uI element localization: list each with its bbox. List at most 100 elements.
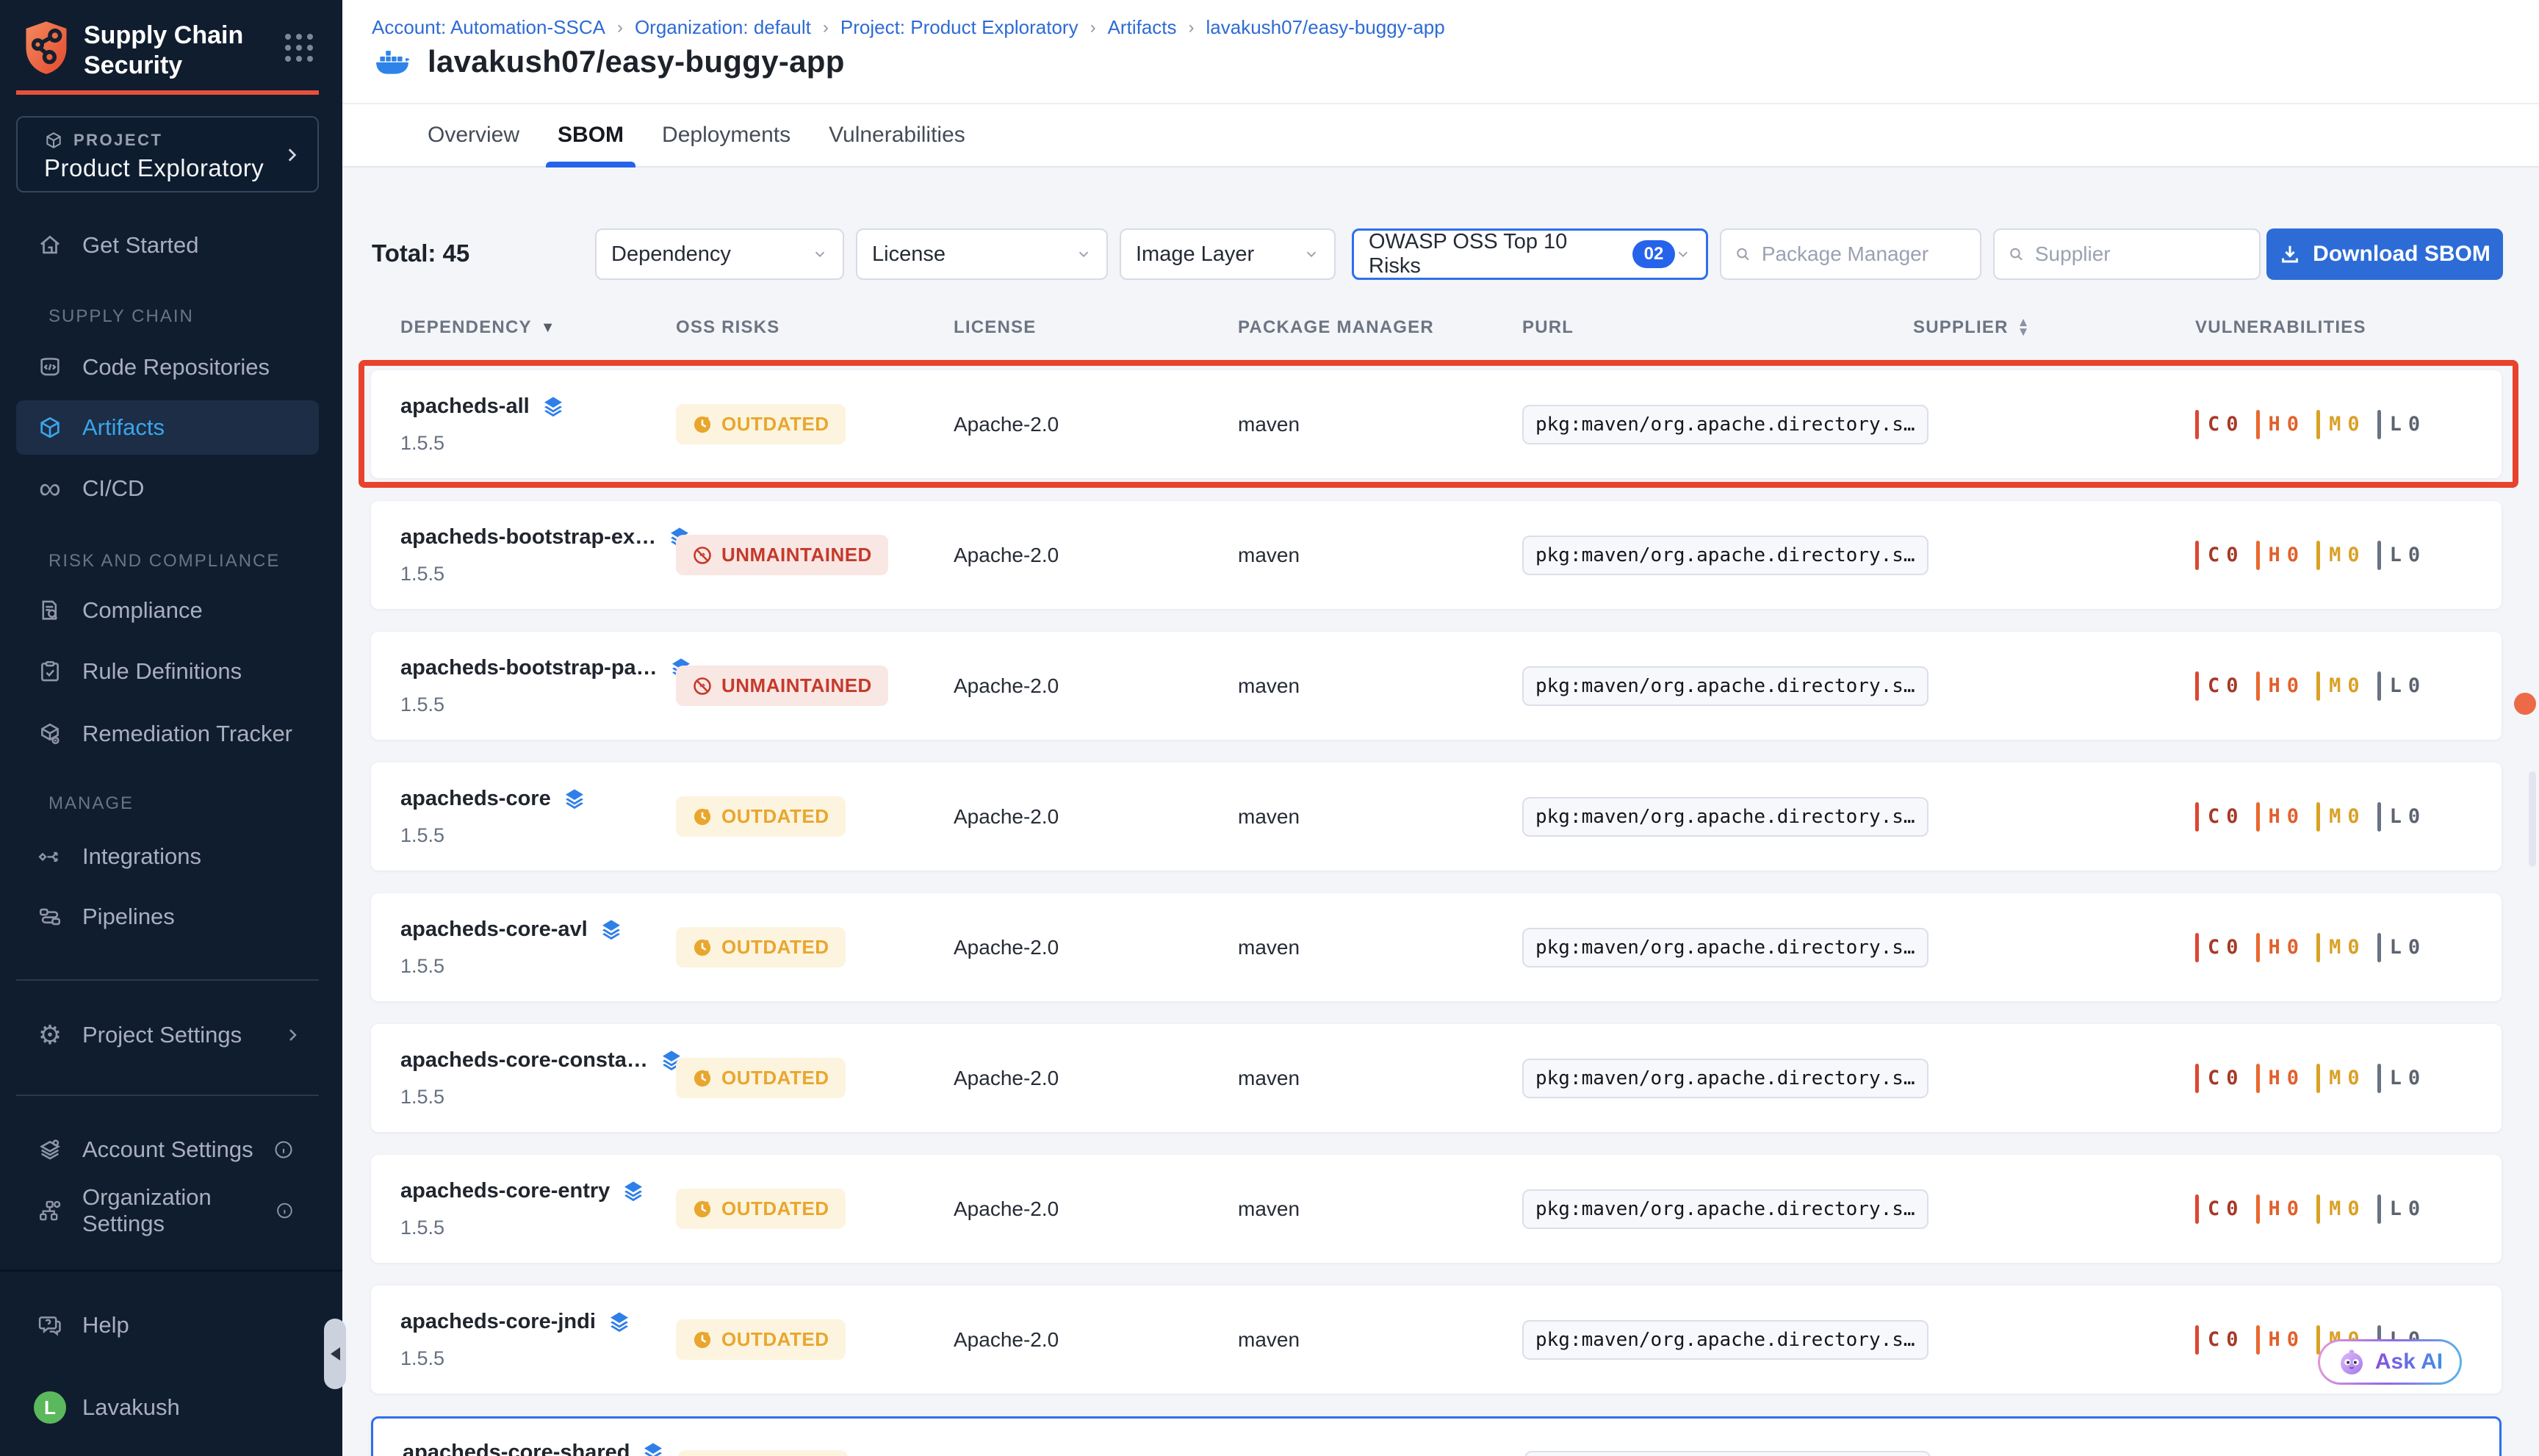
high-count: H0 <box>2256 1064 2299 1093</box>
low-count: L0 <box>2377 802 2421 832</box>
sidebar-item-project-settings[interactable]: ⚙ Project Settings <box>16 1012 319 1058</box>
scrollbar-thumb[interactable] <box>2529 771 2536 867</box>
sidebar-divider <box>16 979 319 981</box>
dependency-filter-dropdown[interactable]: Dependency <box>595 228 844 280</box>
brand-accent-line <box>16 90 319 95</box>
breadcrumb-project[interactable]: Project: Product Exploratory <box>840 16 1078 39</box>
sidebar-item-compliance[interactable]: Compliance <box>16 588 319 633</box>
sidebar-collapse-handle[interactable] <box>324 1319 346 1389</box>
sidebar-item-pipelines[interactable]: Pipelines <box>16 894 319 940</box>
vuln-letter: H <box>2269 1067 2280 1089</box>
critical-count: C0 <box>2195 671 2239 701</box>
user-menu[interactable]: L Lavakush <box>16 1385 319 1430</box>
owasp-risks-filter-dropdown[interactable]: OWASP OSS Top 10 Risks 02 <box>1352 228 1708 280</box>
sidebar-item-rule-definitions[interactable]: Rule Definitions <box>16 649 319 694</box>
license-filter-dropdown[interactable]: License <box>856 228 1108 280</box>
purl-chip[interactable]: pkg:maven/org.apache.directory.s… <box>1522 536 1928 575</box>
sidebar-item-integrations[interactable]: Integrations <box>16 834 319 879</box>
breadcrumb-organization[interactable]: Organization: default <box>635 16 811 39</box>
sidebar-item-artifacts[interactable]: Artifacts <box>16 400 319 455</box>
table-row[interactable]: apacheds-all 1.5.5 OUTDATED Apache-2. <box>371 370 2502 478</box>
project-selector[interactable]: PROJECT Product Exploratory <box>16 116 319 192</box>
vuln-letter: H <box>2269 1328 2280 1351</box>
vuln-count: 0 <box>2408 936 2420 959</box>
tab-overview[interactable]: Overview <box>428 104 519 166</box>
sidebar-item-organization-settings[interactable]: Organization Settings <box>16 1188 319 1233</box>
high-bar <box>2256 933 2260 962</box>
medium-bar <box>2316 671 2320 701</box>
image-layer-filter-dropdown[interactable]: Image Layer <box>1120 228 1336 280</box>
sidebar-item-get-started[interactable]: Get Started <box>16 223 319 268</box>
vuln-count: 0 <box>2347 1197 2359 1220</box>
layers-icon <box>608 1310 631 1333</box>
tab-deployments[interactable]: Deployments <box>662 104 790 166</box>
purl-chip[interactable]: pkg:maven/org.apache.directory.s… <box>1522 1189 1928 1229</box>
critical-count: C0 <box>2195 541 2239 570</box>
column-dependency[interactable]: DEPENDENCY▼ <box>400 317 676 338</box>
search-icon <box>1735 245 1751 264</box>
package-manager-input[interactable] <box>1760 242 1967 267</box>
table-row[interactable]: apacheds-bootstrap-pa… 1.5.5 UNMAINTAINE… <box>371 632 2502 740</box>
dependency-name: apacheds-core-consta… <box>400 1048 683 1073</box>
vuln-count: 0 <box>2347 1067 2359 1089</box>
download-sbom-button[interactable]: Download SBOM <box>2266 228 2503 280</box>
table-row[interactable]: apacheds-bootstrap-ex… 1.5.5 UNMAINTAINE… <box>371 501 2502 609</box>
high-bar <box>2256 802 2260 832</box>
column-supplier[interactable]: SUPPLIER▲▼ <box>1913 317 2195 338</box>
purl-chip[interactable]: pkg:maven/org.apache.directory.s… <box>1524 1451 1931 1456</box>
vuln-count: 0 <box>2287 1328 2299 1351</box>
license-value: Apache-2.0 <box>954 805 1059 829</box>
edge-notification-dot[interactable] <box>2514 693 2536 715</box>
tab-sbom[interactable]: SBOM <box>558 104 624 166</box>
vuln-count: 0 <box>2408 674 2420 697</box>
table-row[interactable]: apacheds-core-jndi 1.5.5 OUTDATED Apa <box>371 1286 2502 1394</box>
chevron-down-icon <box>812 246 828 262</box>
section-label-supply-chain: SUPPLY CHAIN <box>48 306 194 327</box>
breadcrumb-account[interactable]: Account: Automation-SSCA <box>372 16 605 39</box>
vuln-count: 0 <box>2226 805 2238 828</box>
column-license: LICENSE <box>954 317 1238 338</box>
supplier-input[interactable] <box>2034 242 2246 267</box>
purl-chip[interactable]: pkg:maven/org.apache.directory.s… <box>1522 1059 1928 1098</box>
table-row[interactable]: apacheds-core-shared 1.5.5 OUTDATED A <box>371 1416 2502 1456</box>
gear-icon: ⚙ <box>35 1020 65 1050</box>
purl-chip[interactable]: pkg:maven/org.apache.directory.s… <box>1522 405 1928 444</box>
critical-bar <box>2195 671 2199 701</box>
table-row[interactable]: apacheds-core-entry 1.5.5 OUTDATED Ap <box>371 1155 2502 1263</box>
high-count: H0 <box>2256 541 2299 570</box>
app-grid-icon[interactable] <box>285 34 313 62</box>
sidebar: Supply Chain Security PROJECT Product Ex… <box>0 0 342 1456</box>
purl-chip[interactable]: pkg:maven/org.apache.directory.s… <box>1522 1320 1928 1360</box>
license-value: Apache-2.0 <box>954 1328 1059 1352</box>
purl-chip[interactable]: pkg:maven/org.apache.directory.s… <box>1522 928 1928 967</box>
low-count: L0 <box>2377 933 2421 962</box>
sidebar-item-code-repositories[interactable]: Code Repositories <box>16 345 319 390</box>
tab-vulnerabilities[interactable]: Vulnerabilities <box>829 104 965 166</box>
sidebar-item-help[interactable]: Help <box>16 1302 319 1348</box>
vulnerability-counts: C0 H0 M0 L0 <box>2197 1419 2499 1456</box>
vulnerability-counts: C0 H0 M0 L0 <box>2195 763 2502 871</box>
vuln-letter: H <box>2269 674 2280 697</box>
license-value: Apache-2.0 <box>954 544 1059 567</box>
oss-risk-badge: UNMAINTAINED <box>676 666 888 706</box>
sidebar-item-remediation-tracker[interactable]: Remediation Tracker <box>16 711 319 757</box>
ask-ai-button[interactable]: Ask AI <box>2318 1339 2462 1385</box>
clock-icon <box>692 1068 713 1089</box>
table-row[interactable]: apacheds-core-avl 1.5.5 OUTDATED Apac <box>371 893 2502 1001</box>
project-name: Product Exploratory <box>44 154 264 182</box>
breadcrumb-artifacts[interactable]: Artifacts <box>1108 16 1177 39</box>
sidebar-item-cicd[interactable]: ∞ CI/CD <box>16 466 319 511</box>
sbom-content: Total: 45 Dependency License Image Layer… <box>342 167 2539 1456</box>
high-count: H0 <box>2256 802 2299 832</box>
low-count: L0 <box>2377 1194 2421 1224</box>
sidebar-item-account-settings[interactable]: Account Settings <box>16 1127 319 1172</box>
table-row[interactable]: apacheds-core-consta… 1.5.5 OUTDATED <box>371 1024 2502 1132</box>
home-icon <box>35 231 65 260</box>
dependency-name: apacheds-all <box>400 394 565 419</box>
low-bar <box>2377 933 2381 962</box>
vuln-letter: C <box>2208 1067 2219 1089</box>
purl-chip[interactable]: pkg:maven/org.apache.directory.s… <box>1522 666 1928 706</box>
table-row[interactable]: apacheds-core 1.5.5 OUTDATED Apache-2 <box>371 763 2502 871</box>
breadcrumb-artifact-name[interactable]: lavakush07/easy-buggy-app <box>1206 16 1445 39</box>
purl-chip[interactable]: pkg:maven/org.apache.directory.s… <box>1522 797 1928 837</box>
